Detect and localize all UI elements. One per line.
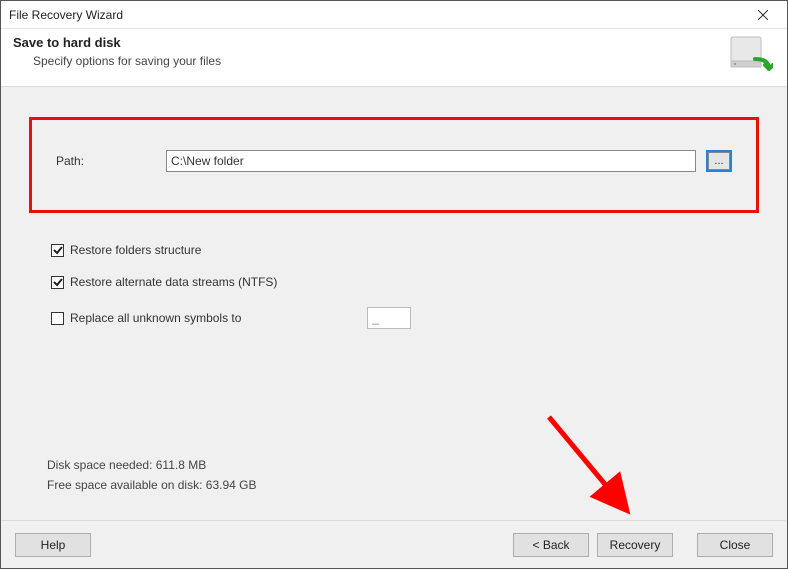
close-button[interactable]: Close <box>697 533 773 557</box>
path-input[interactable] <box>166 150 696 172</box>
disk-needed-value: 611.8 MB <box>156 458 206 472</box>
options-group: Restore folders structure Restore altern… <box>51 243 759 329</box>
help-button[interactable]: Help <box>15 533 91 557</box>
replace-symbols-checkbox[interactable] <box>51 312 64 325</box>
wizard-footer: Help < Back Recovery Close <box>1 520 787 568</box>
restore-folders-label: Restore folders structure <box>70 243 201 257</box>
annotation-arrow-icon <box>539 407 659 527</box>
titlebar: File Recovery Wizard <box>1 1 787 29</box>
wizard-content: Path: ... Restore folders structure Rest… <box>1 87 787 520</box>
disk-needed-line: Disk space needed: 611.8 MB <box>47 458 256 472</box>
page-subtitle: Specify options for saving your files <box>33 54 775 68</box>
back-button[interactable]: < Back <box>513 533 589 557</box>
free-space-value: 63.94 GB <box>206 478 257 492</box>
close-icon[interactable] <box>743 3 783 27</box>
disk-needed-label: Disk space needed: <box>47 458 152 472</box>
recovery-button[interactable]: Recovery <box>597 533 673 557</box>
restore-ads-label: Restore alternate data streams (NTFS) <box>70 275 277 289</box>
replace-symbols-label: Replace all unknown symbols to <box>70 311 241 325</box>
disk-info: Disk space needed: 611.8 MB Free space a… <box>47 458 256 498</box>
replace-symbol-input[interactable] <box>367 307 411 329</box>
path-section-highlight: Path: ... <box>29 117 759 213</box>
browse-button[interactable]: ... <box>706 150 732 172</box>
window-title: File Recovery Wizard <box>9 8 123 22</box>
option-restore-folders: Restore folders structure <box>51 243 759 257</box>
hard-disk-icon <box>727 35 773 75</box>
path-label: Path: <box>56 154 166 168</box>
restore-folders-checkbox[interactable] <box>51 244 64 257</box>
page-title: Save to hard disk <box>13 35 775 50</box>
restore-ads-checkbox[interactable] <box>51 276 64 289</box>
option-replace-symbols: Replace all unknown symbols to <box>51 307 759 329</box>
free-space-line: Free space available on disk: 63.94 GB <box>47 478 256 492</box>
option-restore-ads: Restore alternate data streams (NTFS) <box>51 275 759 289</box>
wizard-header: Save to hard disk Specify options for sa… <box>1 29 787 87</box>
wizard-window: File Recovery Wizard Save to hard disk S… <box>0 0 788 569</box>
free-space-label: Free space available on disk: <box>47 478 202 492</box>
